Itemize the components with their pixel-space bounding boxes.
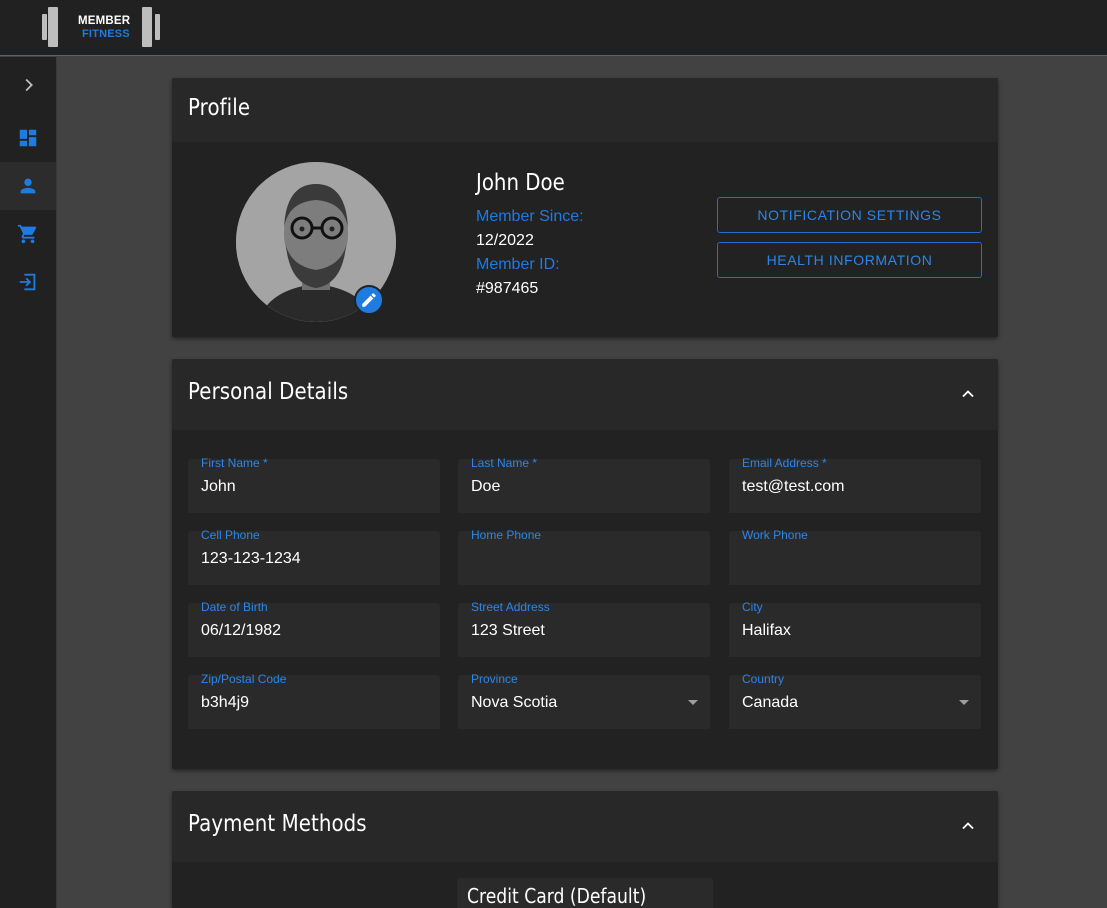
sidebar <box>0 57 57 908</box>
home-phone-label: Home Phone <box>471 528 542 542</box>
member-since-label: Member Since: <box>476 208 584 225</box>
personal-details-body: First Name * John Last Name * Doe Email … <box>172 430 998 769</box>
cell-phone-label: Cell Phone <box>201 528 260 542</box>
date-of-birth-field[interactable]: Date of Birth 06/12/1982 <box>188 600 440 657</box>
logo-text-fitness: FITNESS <box>82 28 130 40</box>
country-label: Country <box>742 672 785 686</box>
first-name-label: First Name * <box>201 456 268 470</box>
personal-details-title: Personal Details <box>188 379 349 405</box>
credit-card-item[interactable]: Credit Card (Default) <box>457 878 713 908</box>
dropdown-arrow-icon <box>959 700 969 705</box>
home-phone-field[interactable]: Home Phone <box>458 528 710 585</box>
profile-card-body: John Doe Member Since: 12/2022 Member ID… <box>172 142 998 337</box>
logo-dumbbell-right-cap <box>155 14 160 40</box>
country-value: Canada <box>742 694 799 711</box>
profile-card-header: Profile <box>172 78 998 142</box>
date-of-birth-label: Date of Birth <box>201 600 268 614</box>
country-select[interactable]: Country Canada <box>729 672 981 729</box>
logo-dumbbell-left <box>48 7 58 47</box>
person-icon <box>20 178 36 194</box>
member-id-value: #987465 <box>476 280 539 297</box>
logo-dumbbell-left-cap <box>42 14 47 40</box>
notification-settings-button[interactable]: NOTIFICATION SETTINGS <box>717 197 982 233</box>
profile-title: Profile <box>188 95 251 121</box>
member-fitness-logo[interactable]: MEMBER FITNESS <box>42 7 170 49</box>
postal-code-field[interactable]: Zip/Postal Code b3h4j9 <box>188 672 440 729</box>
email-label: Email Address * <box>742 456 827 470</box>
cart-icon <box>17 224 37 244</box>
health-information-button[interactable]: HEALTH INFORMATION <box>717 242 982 278</box>
logo-text-member: MEMBER <box>78 15 131 27</box>
profile-card: Profile John Doe Member Since: 12/2022 M… <box>172 78 998 337</box>
personal-details-card: Personal Details First Name * John Last … <box>172 359 998 769</box>
postal-code-value: b3h4j9 <box>201 694 250 711</box>
street-address-label: Street Address <box>471 600 550 614</box>
city-field[interactable]: City Halifax <box>729 600 981 657</box>
city-label: City <box>742 600 763 614</box>
email-value: test@test.com <box>742 478 845 495</box>
personal-details-header[interactable]: Personal Details <box>172 359 998 430</box>
email-field[interactable]: Email Address * test@test.com <box>729 456 981 513</box>
sidebar-expand-button[interactable] <box>0 61 56 109</box>
province-select[interactable]: Province Nova Scotia <box>458 672 710 729</box>
chevron-up-icon <box>962 822 974 830</box>
sidebar-item-dashboard[interactable] <box>0 114 56 162</box>
collapse-payment-methods-button[interactable] <box>956 814 980 838</box>
pencil-icon <box>362 293 376 307</box>
payment-methods-body: Credit Card (Default) <box>172 862 998 908</box>
last-name-field[interactable]: Last Name * Doe <box>458 456 710 513</box>
work-phone-field[interactable]: Work Phone <box>729 528 981 585</box>
date-of-birth-value: 06/12/1982 <box>201 622 282 639</box>
last-name-value: Doe <box>471 478 501 495</box>
payment-methods-card: Payment Methods Credit Card (Default) <box>172 791 998 908</box>
first-name-value: John <box>201 478 236 495</box>
street-address-field[interactable]: Street Address 123 Street <box>458 600 710 657</box>
street-address-value: 123 Street <box>471 622 545 639</box>
work-phone-label: Work Phone <box>742 528 808 542</box>
collapse-personal-details-button[interactable] <box>956 382 980 406</box>
logo-dumbbell-right <box>142 7 152 47</box>
sidebar-item-logout[interactable] <box>0 258 56 306</box>
province-value: Nova Scotia <box>471 694 558 711</box>
credit-card-title: Credit Card (Default) <box>467 884 647 908</box>
chevron-up-icon <box>962 390 974 398</box>
first-name-field[interactable]: First Name * John <box>188 456 440 513</box>
sidebar-item-shop[interactable] <box>0 210 56 258</box>
payment-methods-title: Payment Methods <box>188 811 367 837</box>
member-name: John Doe <box>476 170 565 196</box>
sidebar-item-profile[interactable] <box>0 162 56 210</box>
chevron-right-icon <box>25 78 33 92</box>
member-since-value: 12/2022 <box>476 232 534 249</box>
postal-code-label: Zip/Postal Code <box>201 672 287 686</box>
payment-methods-header[interactable]: Payment Methods <box>172 791 998 862</box>
cell-phone-field[interactable]: Cell Phone 123-123-1234 <box>188 528 440 585</box>
dropdown-arrow-icon <box>688 700 698 705</box>
member-id-label: Member ID: <box>476 256 560 273</box>
top-app-bar: MEMBER FITNESS <box>0 0 1107 56</box>
city-value: Halifax <box>742 622 791 639</box>
last-name-label: Last Name * <box>471 456 538 470</box>
logout-icon <box>19 273 36 291</box>
dashboard-icon <box>19 129 37 147</box>
cell-phone-value: 123-123-1234 <box>201 550 301 567</box>
province-label: Province <box>471 672 518 686</box>
edit-avatar-button[interactable] <box>354 285 384 315</box>
